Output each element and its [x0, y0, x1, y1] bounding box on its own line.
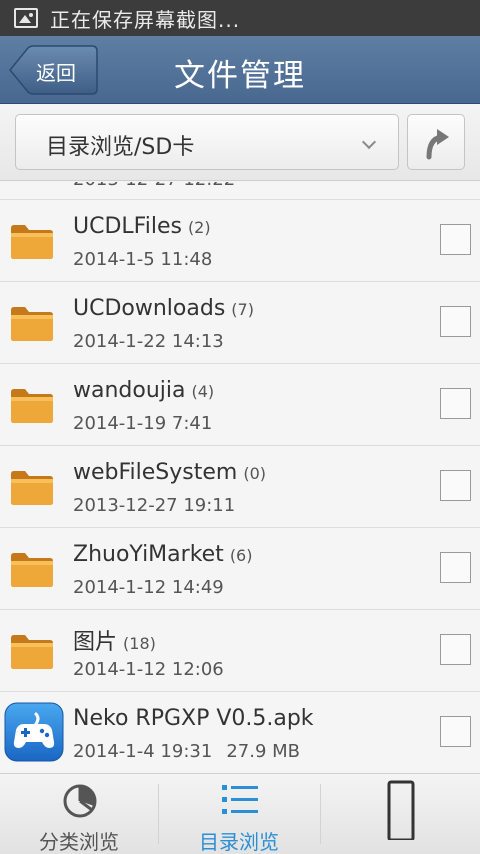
- item-name: Neko RPGXP V0.5.apk: [73, 706, 314, 731]
- file-list[interactable]: 2013-12-27 12:22 UCDLFiles (2) 2014-1-5 …: [0, 182, 480, 773]
- item-size: 27.9 MB: [226, 741, 300, 762]
- item-count: (6): [229, 546, 253, 565]
- status-text: 正在保存屏幕截图...: [50, 7, 241, 32]
- status-bar: 正在保存屏幕截图...: [0, 0, 480, 36]
- list-item[interactable]: wandoujia (4) 2014-1-19 7:41: [0, 364, 480, 446]
- select-checkbox[interactable]: [440, 306, 471, 337]
- select-checkbox[interactable]: [440, 224, 471, 255]
- item-date: 2014-1-12 12:06: [73, 659, 224, 680]
- folder-icon: [11, 225, 53, 259]
- item-name: wandoujia: [73, 378, 186, 403]
- select-checkbox[interactable]: [440, 552, 471, 583]
- list-item[interactable]: 图片 (18) 2014-1-12 12:06: [0, 610, 480, 692]
- item-date: 2014-1-5 11:48: [73, 249, 213, 270]
- list-icon: [222, 785, 258, 814]
- item-name: webFileSystem: [73, 460, 238, 485]
- path-dropdown[interactable]: 目录浏览/SD卡: [15, 114, 399, 170]
- list-item[interactable]: ZhuoYiMarket (6) 2014-1-12 14:49: [0, 528, 480, 610]
- item-count: (18): [123, 634, 156, 653]
- item-name: ZhuoYiMarket: [73, 542, 224, 567]
- phone-icon: [387, 780, 415, 840]
- gamepad-app-icon: [4, 702, 64, 762]
- folder-icon: [11, 553, 53, 587]
- select-checkbox[interactable]: [440, 634, 471, 665]
- list-item[interactable]: 2013-12-27 12:22: [0, 182, 480, 200]
- select-checkbox[interactable]: [440, 470, 471, 501]
- folder-icon: [11, 471, 53, 505]
- item-date: 2014-1-12 14:49: [73, 577, 224, 598]
- item-count: (4): [191, 382, 215, 401]
- item-date: 2013-12-27 12:22: [73, 182, 235, 190]
- title-bar: 返回 文件管理: [0, 36, 480, 104]
- item-name: 图片: [73, 630, 118, 655]
- select-checkbox[interactable]: [440, 388, 471, 419]
- item-date: 2013-12-27 19:11: [73, 495, 236, 516]
- list-item[interactable]: UCDLFiles (2) 2014-1-5 11:48: [0, 200, 480, 282]
- list-item[interactable]: webFileSystem (0) 2013-12-27 19:11: [0, 446, 480, 528]
- up-directory-button[interactable]: [407, 114, 465, 170]
- bottom-tab-bar: 分类浏览 目录浏览: [0, 773, 480, 854]
- item-count: (0): [243, 464, 267, 483]
- pie-chart-icon: [63, 784, 97, 818]
- select-checkbox[interactable]: [440, 716, 471, 747]
- chevron-down-icon: [361, 134, 377, 150]
- folder-up-icon: [426, 129, 449, 160]
- item-count: (7): [231, 300, 254, 319]
- list-item[interactable]: Neko RPGXP V0.5.apk 2014-1-4 19:31 27.9 …: [0, 692, 480, 773]
- image-icon: [14, 8, 38, 28]
- page-title: 文件管理: [174, 58, 306, 94]
- folder-icon: [11, 307, 53, 341]
- folder-icon: [11, 635, 53, 669]
- item-count: (2): [187, 218, 211, 237]
- list-item[interactable]: UCDownloads (7) 2014-1-22 14:13: [0, 282, 480, 364]
- item-date: 2014-1-22 14:13: [73, 331, 224, 352]
- item-date: 2014-1-4 19:31: [73, 741, 213, 762]
- item-name: UCDownloads: [73, 296, 226, 321]
- tab-phone[interactable]: [321, 774, 480, 854]
- tab-category-browse[interactable]: 分类浏览: [0, 774, 158, 854]
- item-name: UCDLFiles: [73, 214, 182, 239]
- path-bar: 目录浏览/SD卡: [0, 105, 480, 181]
- item-date: 2014-1-19 7:41: [73, 413, 213, 434]
- folder-icon: [11, 389, 53, 423]
- tab-label: 目录浏览: [199, 830, 279, 854]
- tab-label: 分类浏览: [39, 830, 119, 854]
- tab-directory-browse[interactable]: 目录浏览: [159, 774, 319, 854]
- path-text: 目录浏览/SD卡: [46, 135, 195, 160]
